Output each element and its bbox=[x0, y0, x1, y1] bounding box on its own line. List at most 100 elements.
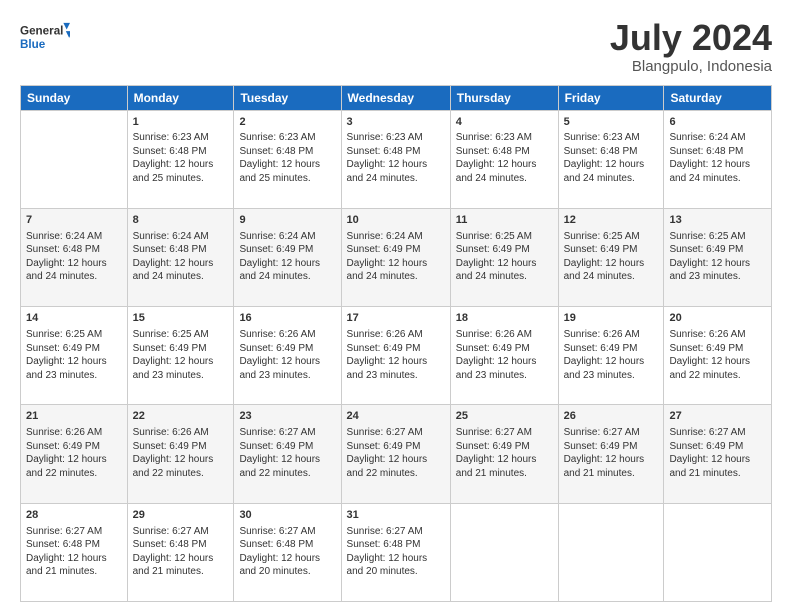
logo-svg: General Blue bbox=[20, 18, 70, 56]
subtitle: Blangpulo, Indonesia bbox=[610, 58, 772, 75]
table-cell: 31 Sunrise: 6:27 AMSunset: 6:48 PMDayligh… bbox=[341, 503, 450, 601]
table-cell: 20Sunrise: 6:26 AMSunset: 6:49 PMDayligh… bbox=[664, 307, 772, 405]
day-info: Sunrise: 6:27 AMSunset: 6:48 PMDaylight:… bbox=[347, 525, 445, 579]
table-cell: 15 Sunrise: 6:25 AMSunset: 6:49 PMDayligh… bbox=[127, 307, 234, 405]
day-info: Sunrise: 6:25 AMSunset: 6:49 PMDaylight:… bbox=[133, 328, 229, 382]
calendar-header-row: Sunday Monday Tuesday Wednesday Thursday… bbox=[21, 85, 772, 110]
day-number: 27 bbox=[669, 409, 766, 424]
day-number: 22 bbox=[133, 409, 229, 424]
day-info: Sunrise: 6:24 AMSunset: 6:49 PMDaylight:… bbox=[347, 230, 445, 284]
day-number: 26 bbox=[564, 409, 659, 424]
day-info: Sunrise: 6:23 AMSunset: 6:48 PMDaylight:… bbox=[239, 131, 335, 185]
day-number: 30 bbox=[239, 508, 335, 523]
day-number: 24 bbox=[347, 409, 445, 424]
day-number: 9 bbox=[239, 213, 335, 228]
day-number: 6 bbox=[669, 115, 766, 130]
day-info: Sunrise: 6:23 AMSunset: 6:48 PMDaylight:… bbox=[347, 131, 445, 185]
table-cell bbox=[21, 110, 128, 208]
day-info: Sunrise: 6:27 AMSunset: 6:49 PMDaylight:… bbox=[239, 426, 335, 480]
table-cell: 24Sunrise: 6:27 AMSunset: 6:49 PMDayligh… bbox=[341, 405, 450, 503]
day-number: 20 bbox=[669, 311, 766, 326]
table-cell: 9 Sunrise: 6:24 AMSunset: 6:49 PMDaylight… bbox=[234, 208, 341, 306]
table-cell: 12 Sunrise: 6:25 AMSunset: 6:49 PMDayligh… bbox=[558, 208, 664, 306]
day-info: Sunrise: 6:23 AMSunset: 6:48 PMDaylight:… bbox=[133, 131, 229, 185]
col-thursday: Thursday bbox=[450, 85, 558, 110]
day-info: Sunrise: 6:26 AMSunset: 6:49 PMDaylight:… bbox=[456, 328, 553, 382]
col-tuesday: Tuesday bbox=[234, 85, 341, 110]
table-cell: 29 Sunrise: 6:27 AMSunset: 6:48 PMDayligh… bbox=[127, 503, 234, 601]
day-info: Sunrise: 6:26 AMSunset: 6:49 PMDaylight:… bbox=[347, 328, 445, 382]
logo: General Blue bbox=[20, 18, 70, 56]
table-cell: 28 Sunrise: 6:27 AMSunset: 6:48 PMDayligh… bbox=[21, 503, 128, 601]
main-title: July 2024 bbox=[610, 18, 772, 58]
table-cell: 6Sunrise: 6:24 AMSunset: 6:48 PMDaylight… bbox=[664, 110, 772, 208]
table-cell: 3Sunrise: 6:23 AMSunset: 6:48 PMDaylight… bbox=[341, 110, 450, 208]
table-cell: 25 Sunrise: 6:27 AMSunset: 6:49 PMDayligh… bbox=[450, 405, 558, 503]
table-cell: 2Sunrise: 6:23 AMSunset: 6:48 PMDaylight… bbox=[234, 110, 341, 208]
table-cell: 5Sunrise: 6:23 AMSunset: 6:48 PMDaylight… bbox=[558, 110, 664, 208]
day-number: 1 bbox=[133, 115, 229, 130]
day-number: 10 bbox=[347, 213, 445, 228]
table-cell: 1Sunrise: 6:23 AMSunset: 6:48 PMDaylight… bbox=[127, 110, 234, 208]
table-cell bbox=[558, 503, 664, 601]
day-number: 12 bbox=[564, 213, 659, 228]
table-cell: 11Sunrise: 6:25 AMSunset: 6:49 PMDayligh… bbox=[450, 208, 558, 306]
table-cell bbox=[664, 503, 772, 601]
day-number: 18 bbox=[456, 311, 553, 326]
svg-text:General: General bbox=[20, 25, 63, 38]
day-number: 19 bbox=[564, 311, 659, 326]
day-info: Sunrise: 6:27 AMSunset: 6:48 PMDaylight:… bbox=[26, 525, 122, 579]
table-cell: 30 Sunrise: 6:27 AMSunset: 6:48 PMDayligh… bbox=[234, 503, 341, 601]
col-monday: Monday bbox=[127, 85, 234, 110]
day-info: Sunrise: 6:24 AMSunset: 6:49 PMDaylight:… bbox=[239, 230, 335, 284]
day-info: Sunrise: 6:25 AMSunset: 6:49 PMDaylight:… bbox=[26, 328, 122, 382]
day-number: 25 bbox=[456, 409, 553, 424]
day-info: Sunrise: 6:25 AMSunset: 6:49 PMDaylight:… bbox=[669, 230, 766, 284]
table-cell: 22Sunrise: 6:26 AMSunset: 6:49 PMDayligh… bbox=[127, 405, 234, 503]
table-cell bbox=[450, 503, 558, 601]
day-number: 17 bbox=[347, 311, 445, 326]
day-info: Sunrise: 6:26 AMSunset: 6:49 PMDaylight:… bbox=[239, 328, 335, 382]
header: General Blue July 2024 Blangpulo, Indone… bbox=[20, 18, 772, 75]
table-cell: 26Sunrise: 6:27 AMSunset: 6:49 PMDayligh… bbox=[558, 405, 664, 503]
day-number: 13 bbox=[669, 213, 766, 228]
day-info: Sunrise: 6:23 AMSunset: 6:48 PMDaylight:… bbox=[564, 131, 659, 185]
svg-text:Blue: Blue bbox=[20, 38, 46, 51]
day-number: 23 bbox=[239, 409, 335, 424]
day-info: Sunrise: 6:27 AMSunset: 6:49 PMDaylight:… bbox=[456, 426, 553, 480]
day-number: 3 bbox=[347, 115, 445, 130]
table-cell: 8 Sunrise: 6:24 AMSunset: 6:48 PMDaylight… bbox=[127, 208, 234, 306]
calendar-table: Sunday Monday Tuesday Wednesday Thursday… bbox=[20, 85, 772, 602]
week-row-3: 14Sunrise: 6:25 AMSunset: 6:49 PMDayligh… bbox=[21, 307, 772, 405]
day-info: Sunrise: 6:27 AMSunset: 6:48 PMDaylight:… bbox=[133, 525, 229, 579]
table-cell: 17 Sunrise: 6:26 AMSunset: 6:49 PMDayligh… bbox=[341, 307, 450, 405]
day-info: Sunrise: 6:25 AMSunset: 6:49 PMDaylight:… bbox=[456, 230, 553, 284]
day-number: 29 bbox=[133, 508, 229, 523]
day-number: 15 bbox=[133, 311, 229, 326]
week-row-4: 21Sunrise: 6:26 AMSunset: 6:49 PMDayligh… bbox=[21, 405, 772, 503]
week-row-1: 1Sunrise: 6:23 AMSunset: 6:48 PMDaylight… bbox=[21, 110, 772, 208]
week-row-5: 28 Sunrise: 6:27 AMSunset: 6:48 PMDayligh… bbox=[21, 503, 772, 601]
table-cell: 13 Sunrise: 6:25 AMSunset: 6:49 PMDayligh… bbox=[664, 208, 772, 306]
day-number: 31 bbox=[347, 508, 445, 523]
table-cell: 14Sunrise: 6:25 AMSunset: 6:49 PMDayligh… bbox=[21, 307, 128, 405]
table-cell: 19 Sunrise: 6:26 AMSunset: 6:49 PMDayligh… bbox=[558, 307, 664, 405]
day-number: 28 bbox=[26, 508, 122, 523]
day-info: Sunrise: 6:24 AMSunset: 6:48 PMDaylight:… bbox=[133, 230, 229, 284]
page: General Blue July 2024 Blangpulo, Indone… bbox=[0, 0, 792, 612]
week-row-2: 7Sunrise: 6:24 AMSunset: 6:48 PMDaylight… bbox=[21, 208, 772, 306]
day-number: 21 bbox=[26, 409, 122, 424]
table-cell: 7Sunrise: 6:24 AMSunset: 6:48 PMDaylight… bbox=[21, 208, 128, 306]
table-cell: 10 Sunrise: 6:24 AMSunset: 6:49 PMDayligh… bbox=[341, 208, 450, 306]
day-info: Sunrise: 6:26 AMSunset: 6:49 PMDaylight:… bbox=[564, 328, 659, 382]
day-info: Sunrise: 6:23 AMSunset: 6:48 PMDaylight:… bbox=[456, 131, 553, 185]
col-saturday: Saturday bbox=[664, 85, 772, 110]
table-cell: 18 Sunrise: 6:26 AMSunset: 6:49 PMDayligh… bbox=[450, 307, 558, 405]
day-info: Sunrise: 6:25 AMSunset: 6:49 PMDaylight:… bbox=[564, 230, 659, 284]
day-info: Sunrise: 6:27 AMSunset: 6:48 PMDaylight:… bbox=[239, 525, 335, 579]
table-cell: 4Sunrise: 6:23 AMSunset: 6:48 PMDaylight… bbox=[450, 110, 558, 208]
day-number: 4 bbox=[456, 115, 553, 130]
day-info: Sunrise: 6:27 AMSunset: 6:49 PMDaylight:… bbox=[669, 426, 766, 480]
day-number: 8 bbox=[133, 213, 229, 228]
table-cell: 16Sunrise: 6:26 AMSunset: 6:49 PMDayligh… bbox=[234, 307, 341, 405]
